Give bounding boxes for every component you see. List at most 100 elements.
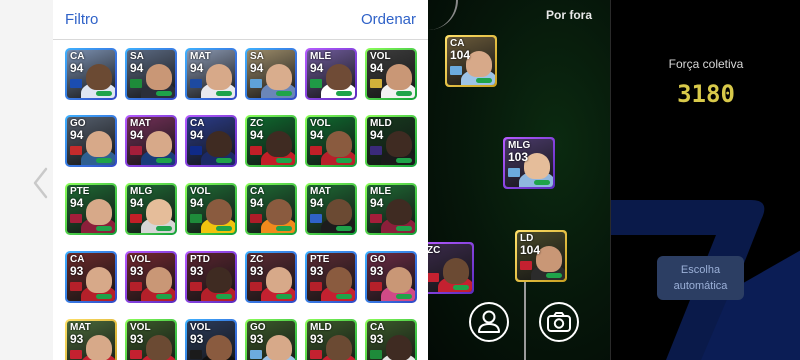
player-card[interactable]: MLD 94 [365, 115, 417, 167]
player-card-art: CA 104 [447, 37, 495, 85]
player-card[interactable]: MLG 94 [125, 183, 177, 235]
chevron-left-icon[interactable] [30, 166, 50, 200]
player-card[interactable]: PTE 93 [305, 251, 357, 303]
profile-button[interactable] [469, 302, 509, 342]
player-portrait [206, 199, 232, 225]
player-card[interactable]: CA 93 [65, 251, 117, 303]
player-card[interactable]: SA 94 [245, 48, 297, 100]
player-card[interactable]: CA 94 [245, 183, 297, 235]
club-badge-icon [130, 214, 142, 223]
team-strength-label: Força coletiva [668, 57, 744, 71]
player-card[interactable]: SA 94 [125, 48, 177, 100]
player-portrait [206, 267, 232, 293]
player-card[interactable]: MLE 94 [305, 48, 357, 100]
team-strength-panel: Força coletiva 3180 Escolha automática [610, 0, 800, 360]
player-rating: 94 [130, 196, 144, 210]
condition-indicator [216, 226, 232, 231]
player-card[interactable]: MAT 93 [65, 319, 117, 360]
club-badge-icon [508, 168, 520, 177]
player-portrait [386, 64, 412, 90]
condition-indicator [276, 91, 292, 96]
player-card[interactable]: VOL 93 [185, 319, 237, 360]
player-card[interactable]: MLE 94 [365, 183, 417, 235]
player-rating: 94 [190, 196, 204, 210]
player-card[interactable]: CA 94 [185, 115, 237, 167]
player-rating: 94 [70, 128, 84, 142]
player-card[interactable]: GO 93 [365, 251, 417, 303]
player-rating: 93 [130, 332, 144, 346]
player-card[interactable]: MAT 94 [185, 48, 237, 100]
player-portrait [266, 267, 292, 293]
player-card[interactable]: GO 94 [65, 115, 117, 167]
player-rating: 93 [250, 332, 264, 346]
pitch-player-card[interactable]: LD 104 [515, 230, 567, 282]
player-portrait [386, 267, 412, 293]
player-rating: 94 [250, 196, 264, 210]
player-position: ZC [428, 245, 441, 256]
condition-indicator [534, 180, 550, 185]
auto-pick-button[interactable]: Escolha automática [657, 256, 744, 300]
club-badge-icon [370, 282, 382, 291]
player-rating: 94 [310, 196, 324, 210]
pitch-player-card[interactable]: CA 104 [445, 35, 497, 87]
condition-indicator [156, 158, 172, 163]
camera-button[interactable] [539, 302, 579, 342]
player-card-art: VOL 93 [127, 321, 175, 360]
picker-header: Filtro Ordenar [53, 0, 428, 40]
player-rating: 93 [70, 332, 84, 346]
condition-indicator [96, 226, 112, 231]
player-card[interactable]: ZC 93 [245, 251, 297, 303]
player-rating: 94 [250, 128, 264, 142]
club-badge-icon [70, 146, 82, 155]
filter-button[interactable]: Filtro [65, 11, 98, 28]
player-card[interactable]: ZC 94 [245, 115, 297, 167]
player-card[interactable]: VOL 94 [305, 115, 357, 167]
condition-indicator [96, 158, 112, 163]
player-card[interactable]: MLD 93 [305, 319, 357, 360]
pitch-player-card[interactable]: MLG 103 [503, 137, 555, 189]
player-card-art: VOL 94 [367, 50, 415, 98]
player-card[interactable]: VOL 94 [185, 183, 237, 235]
condition-indicator [96, 294, 112, 299]
player-portrait [86, 131, 112, 157]
player-portrait [146, 199, 172, 225]
club-badge-icon [190, 214, 202, 223]
club-badge-icon [310, 146, 322, 155]
pitch-arc [428, 0, 458, 30]
player-portrait [443, 258, 469, 284]
player-rating: 94 [70, 61, 84, 75]
club-badge-icon [130, 282, 142, 291]
player-card[interactable]: GO 93 [245, 319, 297, 360]
player-rating: 94 [310, 61, 324, 75]
player-rating: 93 [130, 264, 144, 278]
player-rating: 104 [450, 48, 471, 62]
player-card[interactable]: VOL 94 [365, 48, 417, 100]
player-card[interactable]: VOL 93 [125, 251, 177, 303]
club-badge-icon [370, 79, 382, 88]
player-portrait [86, 199, 112, 225]
club-badge-icon [130, 79, 142, 88]
player-card[interactable]: PTE 94 [65, 183, 117, 235]
pitch-player-card[interactable]: ZC [428, 242, 474, 294]
sort-button[interactable]: Ordenar [361, 11, 416, 28]
club-badge-icon [130, 350, 142, 359]
player-card[interactable]: VOL 93 [125, 319, 177, 360]
player-card-art: GO 93 [367, 253, 415, 301]
player-card[interactable]: CA 94 [65, 48, 117, 100]
player-card-art: VOL 94 [307, 117, 355, 165]
left-gutter [0, 0, 53, 360]
player-portrait [86, 335, 112, 360]
player-card-art: MLD 94 [367, 117, 415, 165]
player-card-art: MLD 93 [307, 321, 355, 360]
player-card[interactable]: MAT 94 [305, 183, 357, 235]
player-card-art: MAT 94 [307, 185, 355, 233]
club-badge-icon [370, 214, 382, 223]
player-card[interactable]: PTD 93 [185, 251, 237, 303]
condition-indicator [453, 285, 469, 290]
player-card-art: CA 93 [367, 321, 415, 360]
player-portrait [146, 267, 172, 293]
player-card[interactable]: MAT 94 [125, 115, 177, 167]
player-card[interactable]: CA 93 [365, 319, 417, 360]
player-card-art: SA 94 [247, 50, 295, 98]
condition-indicator [396, 294, 412, 299]
